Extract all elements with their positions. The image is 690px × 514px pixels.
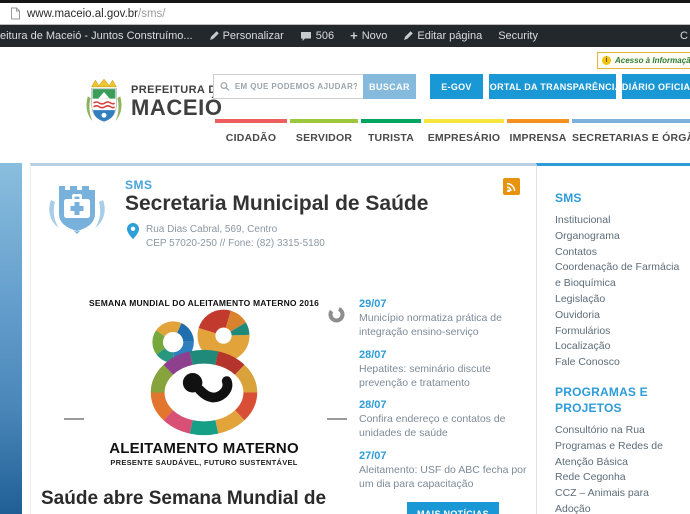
sidebar-link-atencao-basica[interactable]: Programas e Redes de Atenção Básica [555, 439, 685, 471]
sidebar-link-ccz[interactable]: CCZ – Animais para Adoção [555, 486, 685, 514]
news-item[interactable]: 28/07 Hepatites: seminário discute preve… [359, 349, 535, 391]
dept-address: Rua Dias Cabral, 569, Centro CEP 57020-2… [127, 223, 325, 250]
search-field-wrap[interactable] [213, 74, 363, 99]
page: www.maceio.al.gov.br/sms/ eitura de Mace… [0, 0, 690, 514]
site-header: i Acesso à Informação PREFEITURA DE MACE… [0, 47, 690, 163]
plus-icon: + [350, 28, 358, 43]
city-crest-icon [86, 78, 122, 122]
admin-new[interactable]: + Novo [350, 28, 387, 43]
dept-code: SMS [125, 178, 153, 192]
city-logo[interactable]: PREFEITURA DE MACEIÓ [85, 77, 224, 127]
site-search: BUSCAR [213, 74, 416, 99]
pencil-icon [404, 31, 414, 40]
admin-security[interactable]: Security [498, 30, 538, 42]
banner-title: ALEITAMENTO MATERNO [109, 440, 299, 457]
address-line1: Rua Dias Cabral, 569, Centro [146, 224, 278, 235]
nav-imprensa[interactable]: IMPRENSA [507, 119, 569, 144]
news-text: Hepatites: seminário discute prevenção e… [359, 362, 491, 389]
sidebar-link-contatos[interactable]: Contatos [555, 245, 685, 261]
news-date: 27/07 [359, 450, 387, 463]
sidebar-link-fale-conosco[interactable]: Fale Conosco [555, 355, 685, 371]
access-info-badge[interactable]: i Acesso à Informação [597, 52, 690, 69]
search-input[interactable] [234, 82, 357, 91]
nav-secretarias[interactable]: SECRETARIAS E ÓRGÃOS [572, 119, 690, 144]
main-nav: CIDADÃO SERVIDOR TURISTA EMPRESÁRIO IMPR… [215, 119, 690, 144]
sidebar-link-rede-cegonha[interactable]: Rede Cegonha [555, 470, 685, 486]
banner-carousel[interactable]: SEMANA MUNDIAL DO ALEITAMENTO MATERNO 20… [59, 292, 349, 488]
sidebar-link-legislacao[interactable]: Legislação [555, 292, 685, 308]
news-text: Município normatiza prática de integraçã… [359, 312, 502, 338]
sidebar-link-formularios[interactable]: Formulários [555, 324, 685, 340]
location-pin-icon [127, 223, 139, 239]
diario-oficial-button[interactable]: DIÁRIO OFICIAL [622, 74, 690, 99]
nav-empresario[interactable]: EMPRESÁRIO [424, 119, 504, 144]
admin-comments[interactable]: 506 [300, 30, 334, 42]
sidebar: SMS Institucional Organograma Contatos C… [536, 163, 690, 514]
admin-personalize[interactable]: Personalizar [209, 30, 284, 42]
sms-crest-icon [49, 186, 105, 234]
logo-line1: PREFEITURA DE [131, 83, 225, 96]
sidebar-section-sms[interactable]: SMS [555, 190, 673, 206]
news-date: 28/07 [359, 399, 387, 412]
nav-servidor[interactable]: SERVIDOR [290, 119, 358, 144]
wp-admin-bar: eitura de Maceió - Juntos Construímo... … [0, 25, 690, 47]
news-item[interactable]: 29/07 Município normatiza prática de int… [359, 298, 535, 340]
banner-subtitle: PRESENTE SAUDÁVEL, FUTURO SUSTENTÁVEL [110, 458, 298, 467]
news-text: Aleitamento: USF do ABC fecha por um dia… [359, 464, 527, 491]
sidebar-link-localizacao[interactable]: Localização [555, 339, 685, 355]
background-strip [0, 163, 22, 514]
more-news-button[interactable]: MAIS NOTÍCIAS [407, 501, 499, 514]
loading-spinner-icon [328, 306, 345, 323]
sidebar-link-consultorio[interactable]: Consultório na Rua [555, 423, 685, 439]
url-host: www.maceio.al.gov.br [27, 7, 138, 20]
nav-cidadao[interactable]: CIDADÃO [215, 119, 287, 144]
page-title: Secretaria Municipal de Saúde [125, 192, 429, 215]
comment-bubble-icon [300, 31, 311, 41]
egov-button[interactable]: E-GOV [430, 74, 483, 99]
sidebar-link-institucional[interactable]: Institucional [555, 213, 685, 229]
logo-text: PREFEITURA DE MACEIÓ [131, 84, 224, 121]
banner-topline: SEMANA MUNDIAL DO ALEITAMENTO MATERNO 20… [88, 298, 320, 308]
url-text[interactable]: www.maceio.al.gov.br/sms/ [27, 8, 165, 20]
news-headline[interactable]: Saúde abre Semana Mundial de [41, 488, 326, 510]
carousel-prev-arrow[interactable] [64, 418, 84, 420]
sidebar-link-ouvidoria[interactable]: Ouvidoria [555, 308, 685, 324]
transparencia-button[interactable]: PORTAL DA TRANSPARÊNCIA [483, 74, 621, 99]
news-date: 28/07 [359, 348, 387, 361]
rss-icon[interactable] [503, 178, 520, 195]
logo-line2: MACEIÓ [131, 94, 223, 120]
sidebar-link-organograma[interactable]: Organograma [555, 229, 685, 245]
quick-links: E-GOV PORTAL DA TRANSPARÊNCIA DIÁRIO OFI… [430, 74, 690, 99]
admin-site-title[interactable]: eitura de Maceió - Juntos Construímo... [0, 30, 193, 42]
url-path: /sms/ [138, 7, 166, 20]
news-text: Confira endereço e contatos de unidades … [359, 413, 506, 440]
address-bar[interactable]: www.maceio.al.gov.br/sms/ [0, 3, 690, 25]
news-item[interactable]: 28/07 Confira endereço e contatos de uni… [359, 399, 535, 441]
nav-turista[interactable]: TURISTA [361, 119, 421, 144]
admin-edit-page[interactable]: Editar página [403, 30, 482, 42]
info-icon: i [602, 56, 611, 65]
news-list: 29/07 Município normatiza prática de int… [359, 298, 535, 514]
news-date: 29/07 [359, 298, 387, 310]
admin-right-partial[interactable]: C [680, 30, 688, 42]
news-item[interactable]: 27/07 Aleitamento: USF do ABC fecha por … [359, 450, 535, 492]
search-button[interactable]: BUSCAR [363, 74, 416, 99]
sidebar-section-programas[interactable]: PROGRAMAS E PROJETOS [555, 384, 673, 416]
sidebar-link-farmacia[interactable]: Coordenação de Farmácia e Bioquímica [555, 260, 685, 292]
carousel-next-arrow[interactable] [327, 418, 347, 420]
main-content: SMS Secretaria Municipal de Saúde Rua Di… [30, 163, 536, 514]
address-line2: CEP 57020-250 // Fone: (82) 3315-5180 [146, 237, 325, 249]
pencil-icon [209, 31, 219, 40]
search-icon [220, 82, 230, 91]
breastfeeding-logo [150, 309, 258, 436]
page-icon [10, 7, 21, 20]
